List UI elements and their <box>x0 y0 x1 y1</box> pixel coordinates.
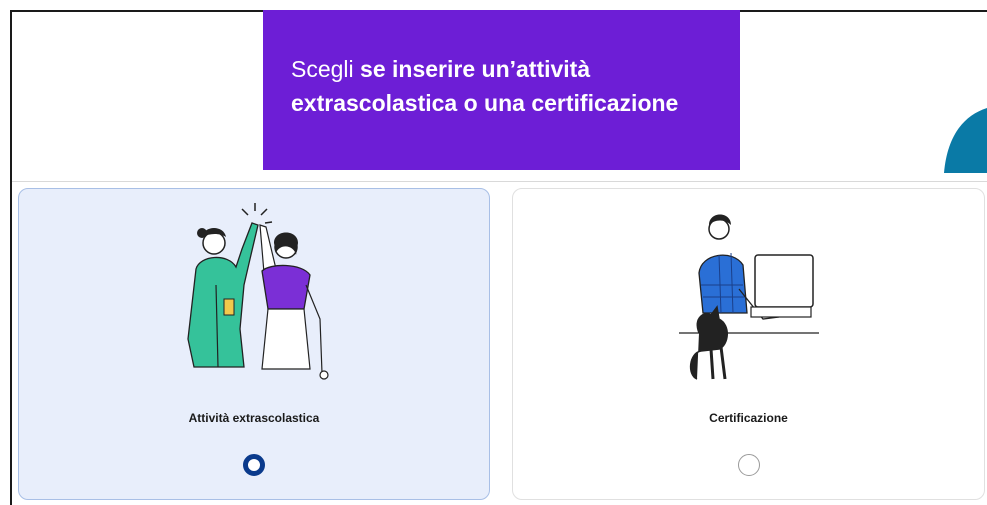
option-label: Certificazione <box>709 411 788 425</box>
banner-line-2: extrascolastica o una certificazione <box>291 90 679 116</box>
man-computer-cat-illustration <box>513 189 984 389</box>
instruction-banner: Scegli se inserire un’attività extrascol… <box>263 10 740 170</box>
banner-text-light: Scegli <box>291 56 354 82</box>
high-five-illustration <box>19 189 489 389</box>
banner-text-bold: se inserire un’attività <box>353 56 591 82</box>
option-card-attivita-extrascolastica[interactable]: Attività extrascolastica <box>18 188 490 500</box>
divider <box>12 181 987 182</box>
option-card-certificazione[interactable]: Certificazione <box>512 188 985 500</box>
banner-line-1: Scegli se inserire un’attività <box>291 52 740 86</box>
radio-selected-icon[interactable] <box>243 454 265 476</box>
radio-unselected-icon[interactable] <box>737 454 760 476</box>
decorative-teal-shape <box>942 98 987 173</box>
option-label: Attività extrascolastica <box>188 411 320 425</box>
